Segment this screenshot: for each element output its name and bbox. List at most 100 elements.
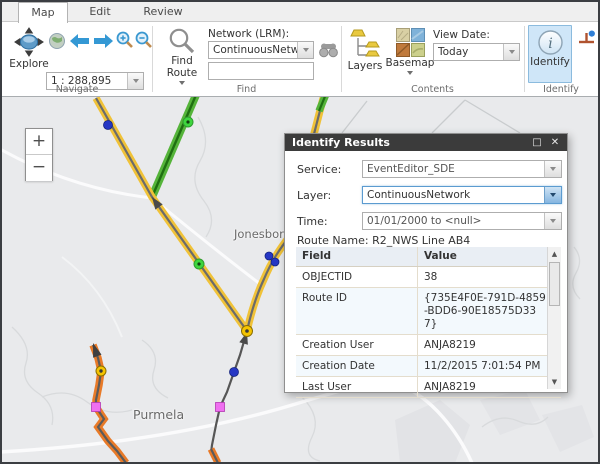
tab-edit[interactable]: Edit: [72, 2, 128, 22]
group-label-navigate: Navigate: [2, 84, 152, 95]
column-header-value: Value: [418, 247, 547, 266]
view-date-label: View Date:: [433, 29, 490, 41]
chevron-down-icon: [133, 79, 139, 83]
blue-point-marker: [271, 258, 279, 266]
field-cell: OBJECTID: [296, 267, 418, 287]
close-icon[interactable]: ✕: [547, 134, 563, 151]
scrollbar-thumb[interactable]: [549, 262, 560, 306]
map-canvas[interactable]: Jonesboro Purmela + − Identify Results □…: [2, 97, 598, 462]
service-value: EventEditor_SDE: [363, 161, 544, 177]
zoom-in-tool-icon[interactable]: [116, 31, 134, 49]
ribbon-tab-strip: Map Edit Review: [2, 2, 598, 22]
layer-combo[interactable]: ContinuousNetwork: [362, 186, 562, 204]
attributes-table: Field Value OBJECTID 38 Route ID {735E4F…: [296, 247, 561, 389]
scroll-up-icon[interactable]: ▲: [548, 247, 561, 261]
basemap-tiles-icon: [396, 28, 425, 57]
view-date-combo[interactable]: Today: [433, 43, 520, 61]
value-cell: ANJA8219: [418, 335, 547, 355]
layers-tree-icon: [350, 28, 380, 60]
ribbon: Explore 1 : 288,895 Navigate: [2, 22, 598, 97]
zoom-in-button[interactable]: +: [26, 129, 52, 155]
table-row[interactable]: Last User ANJA8219: [296, 377, 561, 398]
map-label-jonesboro: Jonesboro: [234, 227, 291, 241]
blue-point-marker: [230, 368, 239, 377]
value-cell: 11/2/2015 7:01:54 PM: [418, 356, 547, 376]
group-separator: [152, 26, 153, 92]
blue-point-marker: [104, 121, 113, 130]
chevron-down-icon: [303, 48, 309, 52]
table-scrollbar[interactable]: ▲ ▼: [547, 247, 561, 389]
route-search-value: [209, 63, 313, 79]
tab-review[interactable]: Review: [130, 2, 196, 22]
view-date-value: Today: [434, 44, 503, 60]
service-combo[interactable]: EventEditor_SDE: [362, 160, 562, 178]
chevron-down-icon: [550, 219, 556, 223]
explore-label: Explore: [9, 59, 48, 70]
service-label: Service:: [297, 163, 341, 176]
value-cell: ANJA8219: [418, 377, 547, 397]
zoom-out-tool-icon[interactable]: [135, 31, 153, 49]
next-extent-arrow-icon[interactable]: [93, 33, 114, 49]
route-search-input[interactable]: [208, 62, 314, 80]
layers-label: Layers: [348, 61, 383, 72]
search-binoculars-icon[interactable]: [319, 42, 338, 58]
basemap-label: Basemap: [386, 58, 435, 69]
table-row[interactable]: Route ID {735E4F0E-791D-4859-BDD6-90E185…: [296, 288, 561, 335]
map-patch: [542, 405, 594, 452]
find-route-label-line1: Find: [171, 56, 193, 67]
service-dropdown-button[interactable]: [544, 161, 561, 177]
network-lrm-combo[interactable]: ContinuousNetwork: [208, 41, 314, 59]
identify-results-panel: Identify Results □ ✕ Service: EventEdito…: [284, 133, 568, 393]
event-markers: [92, 117, 280, 412]
layers-button[interactable]: Layers: [346, 28, 384, 72]
full-extent-globe-icon[interactable]: [48, 32, 66, 50]
layer-value: ContinuousNetwork: [363, 187, 544, 203]
time-combo[interactable]: 01/01/2000 to <null>: [362, 212, 562, 230]
basemap-button[interactable]: Basemap: [388, 28, 432, 75]
identify-results-title: Identify Results: [292, 136, 390, 149]
view-date-dropdown-button[interactable]: [503, 44, 519, 60]
field-cell: Creation User: [296, 335, 418, 355]
find-route-button[interactable]: Find Route: [159, 27, 205, 85]
chevron-down-icon: [550, 167, 556, 171]
layer-dropdown-button[interactable]: [544, 187, 561, 203]
identify-info-icon: i: [537, 29, 564, 56]
scroll-down-icon[interactable]: ▼: [548, 375, 561, 389]
group-label-contents: Contents: [341, 84, 524, 95]
network-lrm-value: ContinuousNetwork: [209, 42, 297, 58]
pink-square-marker: [216, 403, 225, 412]
field-cell: Route ID: [296, 288, 418, 334]
chevron-down-icon: [550, 193, 556, 197]
table-row[interactable]: OBJECTID 38: [296, 267, 561, 288]
network-lrm-dropdown-button[interactable]: [297, 42, 313, 58]
identify-button[interactable]: i Identify: [528, 25, 572, 83]
map-label-purmela: Purmela: [133, 407, 184, 422]
find-route-magnifier-icon: [168, 27, 196, 55]
identify-results-header[interactable]: Identify Results □ ✕: [285, 134, 567, 151]
chevron-down-icon: [509, 50, 515, 54]
minor-roads: [342, 100, 520, 133]
maximize-icon[interactable]: □: [529, 134, 545, 151]
find-route-label-line2: Route: [167, 68, 197, 79]
zoom-out-button[interactable]: −: [26, 155, 52, 181]
explore-button[interactable]: Explore: [8, 26, 50, 70]
time-dropdown-button[interactable]: [544, 213, 561, 229]
field-cell: Last User: [296, 377, 418, 397]
table-row[interactable]: Creation User ANJA8219: [296, 335, 561, 356]
map-patch: [395, 400, 470, 462]
field-cell: Creation Date: [296, 356, 418, 376]
value-cell: 38: [418, 267, 547, 287]
map-zoom-control: + −: [25, 128, 53, 181]
pink-square-marker: [92, 403, 101, 412]
route-green: [152, 97, 196, 197]
identify-route-location-icon[interactable]: [577, 29, 596, 48]
value-cell: {735E4F0E-791D-4859-BDD6-90E18575D337}: [418, 288, 547, 334]
tab-map[interactable]: Map: [18, 2, 68, 23]
explore-pan-icon: [13, 26, 45, 58]
column-header-field: Field: [296, 247, 418, 266]
table-row[interactable]: Creation Date 11/2/2015 7:01:54 PM: [296, 356, 561, 377]
previous-extent-arrow-icon[interactable]: [69, 33, 90, 49]
time-value: 01/01/2000 to <null>: [363, 213, 544, 229]
table-header-row: Field Value: [296, 247, 561, 267]
route-gray-selected: [211, 331, 248, 462]
